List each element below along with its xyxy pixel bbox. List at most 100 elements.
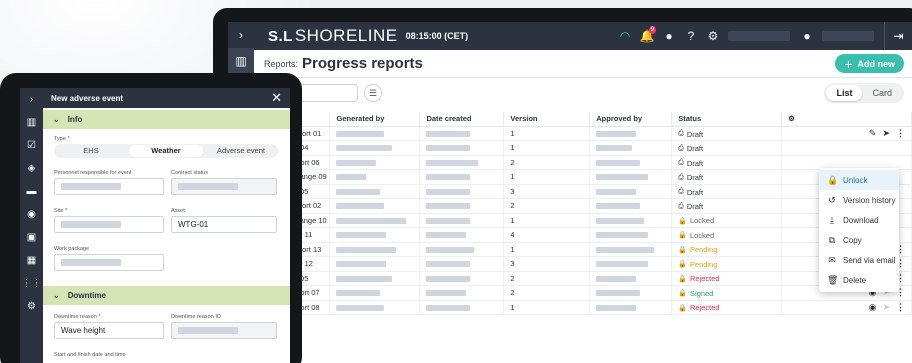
table-row[interactable]: ox exchange 114🔒Locked xyxy=(254,227,912,243)
table-row[interactable]: ssembly report 062⎙Draft xyxy=(254,155,912,170)
info-icon[interactable]: ● xyxy=(658,29,680,43)
cell-date-created xyxy=(419,285,505,301)
team-icon[interactable]: ▣ xyxy=(20,226,43,249)
cell-approved-by xyxy=(589,198,673,214)
calendar-icon[interactable]: ▦ xyxy=(20,249,43,272)
cell-generated-by xyxy=(329,271,421,286)
gear-icon[interactable]: ⚙ xyxy=(20,295,43,318)
menu-delete[interactable]: 🗑 Delete xyxy=(819,270,899,290)
filter-icon[interactable]: ☰ xyxy=(364,84,382,102)
table-row[interactable]: ox exchange 123🔒Pending👍👎◉➤⋮ xyxy=(254,256,912,272)
send-icon[interactable]: ➤ xyxy=(882,302,890,313)
col-approved-by[interactable]: Approved by xyxy=(589,112,673,127)
menu-send-email[interactable]: ✉ Send via email xyxy=(819,250,899,270)
table-row[interactable]: ssembly report 081🔒Rejected◉➤⋮ xyxy=(254,300,912,315)
col-version[interactable]: Version xyxy=(503,112,591,127)
reports-icon[interactable]: ▥ xyxy=(20,111,43,134)
table-row[interactable]: ation report 053⎙Draft xyxy=(254,184,912,199)
cell-approved-by xyxy=(589,213,673,228)
cell-approved-by xyxy=(589,227,673,243)
send-icon[interactable]: ➤ xyxy=(882,128,890,139)
type-option-ehs[interactable]: EHS xyxy=(54,145,128,157)
status-text: Draft xyxy=(686,202,704,211)
cell-date-created xyxy=(419,213,505,228)
contract-label: Contract status xyxy=(171,170,208,176)
menu-download[interactable]: ⤓ Download xyxy=(819,210,899,230)
brand-name: SHORELINE xyxy=(294,26,398,45)
draft-icon: ⎙ xyxy=(678,188,684,195)
help-icon[interactable]: ? xyxy=(680,29,702,43)
table-row[interactable]: issioning report 131🔒Pending👍👎◉➤⋮ xyxy=(254,242,912,257)
generated-by-placeholder xyxy=(336,290,381,297)
menu-version-history[interactable]: ↺ Version history xyxy=(819,190,899,210)
table-row[interactable]: issioning report 011⎙Draft✎➤⋮ xyxy=(254,126,912,141)
asset-label: Asset xyxy=(171,208,185,214)
gear-icon[interactable]: ⚙ xyxy=(702,29,724,43)
cell-approved-by xyxy=(589,271,673,286)
menu-delete-label: Delete xyxy=(843,275,867,285)
edit-icon[interactable]: ✎ xyxy=(869,128,877,139)
cell-version: 1 xyxy=(503,213,591,228)
view-list-button[interactable]: List xyxy=(826,85,863,101)
approved-by-placeholder xyxy=(596,290,641,297)
logout-icon[interactable]: ⇥ xyxy=(884,22,912,50)
cell-date-created xyxy=(419,126,505,141)
approved-by-placeholder xyxy=(596,275,637,282)
type-selector: EHS Weather Adverse event xyxy=(54,144,278,158)
eye-icon[interactable]: ◉ xyxy=(869,302,877,313)
expand-rail-icon[interactable]: › xyxy=(20,88,43,111)
add-new-button[interactable]: + Add new xyxy=(835,54,904,73)
checklist-icon[interactable]: ☑ xyxy=(20,134,43,157)
close-icon[interactable]: ✕ xyxy=(271,90,282,106)
cell-date-created xyxy=(419,198,505,214)
contract-field xyxy=(171,178,277,195)
view-card-button[interactable]: Card xyxy=(862,85,902,101)
table-row[interactable]: issioning report 022⎙Draft xyxy=(254,198,912,214)
more-options-icon[interactable]: ⋮ xyxy=(896,128,905,139)
compass-icon[interactable]: ◉ xyxy=(20,203,43,226)
more-options-icon[interactable]: ⋮ xyxy=(896,302,905,313)
table-row[interactable]: former exchange 101🔒Locked xyxy=(254,213,912,228)
approved-by-placeholder xyxy=(596,304,637,311)
folder-icon[interactable]: ▬ xyxy=(20,180,43,203)
col-date-created[interactable]: Date created xyxy=(419,112,505,127)
cube-icon[interactable]: ◈ xyxy=(20,157,43,180)
date-placeholder xyxy=(426,188,471,195)
generated-by-placeholder xyxy=(336,203,385,210)
table-row[interactable]: ation report 041⎙Draft xyxy=(254,140,912,156)
generated-by-placeholder xyxy=(336,188,381,195)
cell-status: 🔒 Pending xyxy=(671,256,783,272)
col-status[interactable]: Status xyxy=(671,112,783,127)
download-icon: ⤓ xyxy=(830,214,834,225)
table-row[interactable]: former exchange 091⎙Draft xyxy=(254,169,912,185)
expand-rail-icon[interactable]: › xyxy=(228,22,254,48)
personnel-field[interactable] xyxy=(54,178,164,195)
site-field[interactable] xyxy=(54,216,164,233)
menu-unlock[interactable]: 🔒 Unlock xyxy=(819,170,899,190)
type-option-adverse[interactable]: Adverse event xyxy=(204,145,278,157)
table-row[interactable]: ation report 052🔒Rejected◉➤⋮ xyxy=(254,271,912,286)
menu-copy[interactable]: ⧉ Copy xyxy=(819,230,899,250)
cell-version: 3 xyxy=(503,256,591,272)
status-text: Signed xyxy=(689,288,714,298)
user-icon[interactable]: ● xyxy=(796,29,818,43)
col-generated-by[interactable]: Generated by xyxy=(329,112,421,127)
work-package-field[interactable] xyxy=(54,254,164,271)
generated-by-placeholder xyxy=(336,217,407,224)
notification-badge: 9 xyxy=(648,26,656,34)
table-settings-icon[interactable]: ⚙ xyxy=(781,112,912,127)
cell-generated-by xyxy=(329,285,421,301)
approved-by-placeholder xyxy=(596,145,633,152)
cell-date-created xyxy=(419,169,505,185)
reports-icon[interactable]: ▥ xyxy=(228,48,254,74)
section-info[interactable]: ⌄ Info xyxy=(43,110,290,129)
section-downtime[interactable]: ⌄ Downtime xyxy=(43,286,290,305)
table-row[interactable]: ssembly report 072🔒Signed◉➤⋮ xyxy=(254,285,912,301)
type-option-weather[interactable]: Weather xyxy=(129,145,203,157)
cell-date-created xyxy=(419,300,505,315)
apps-grid-icon[interactable]: ⋮⋮ xyxy=(20,272,43,295)
notification-bell-icon[interactable]: 🔔 9 xyxy=(636,26,658,43)
asset-field[interactable]: WTG-01 xyxy=(171,216,277,233)
downtime-reason-field[interactable]: Wave height xyxy=(54,322,164,339)
approved-by-placeholder xyxy=(596,188,637,195)
